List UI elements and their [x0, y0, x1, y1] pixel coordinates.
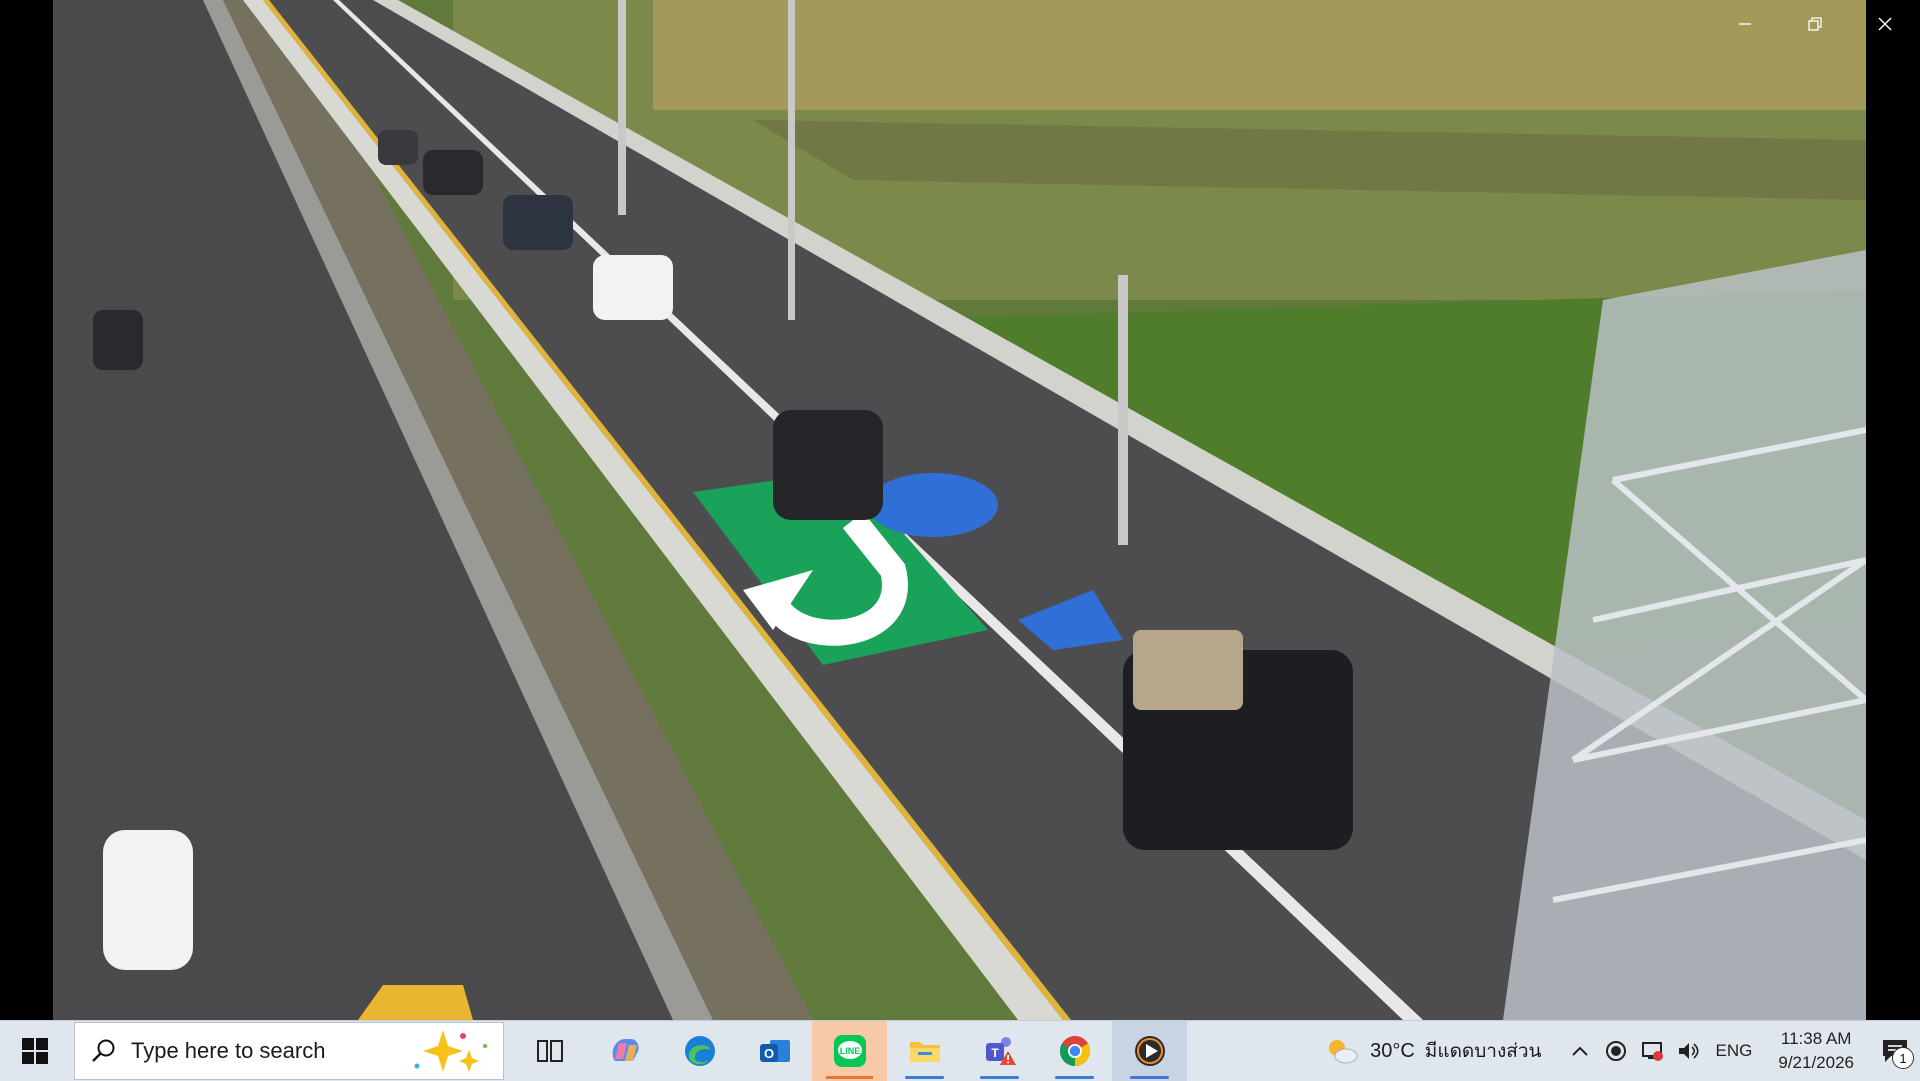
outlook-button[interactable]: O: [737, 1021, 812, 1081]
record-button[interactable]: [1598, 1021, 1634, 1081]
network-button[interactable]: [1634, 1021, 1670, 1081]
minimize-button[interactable]: [1710, 0, 1780, 48]
svg-text:T: T: [991, 1046, 999, 1060]
video-player-window[interactable]: [0, 0, 1920, 1020]
edge-icon: [684, 1036, 715, 1066]
copilot-button[interactable]: [587, 1021, 662, 1081]
clock[interactable]: 11:38 AM 9/21/2026: [1778, 1027, 1854, 1075]
teams-button[interactable]: T: [962, 1021, 1037, 1081]
svg-text:LINE: LINE: [839, 1046, 860, 1056]
outlook-icon: O: [759, 1040, 790, 1062]
file-explorer-icon: [909, 1042, 940, 1062]
media-player-button[interactable]: [1112, 1021, 1187, 1081]
weather-widget[interactable]: 30°C มีแดดบางส่วน: [1324, 1036, 1542, 1066]
task-view-icon: [536, 1040, 563, 1062]
system-tray: 30°C มีแดดบางส่วน ENG 11:38 AM 9/21/2026…: [1324, 1021, 1920, 1081]
input-language[interactable]: ENG: [1716, 1041, 1753, 1061]
chevron-up-icon: [1571, 1046, 1588, 1056]
volume-button[interactable]: [1670, 1021, 1706, 1081]
search-box[interactable]: Type here to search: [74, 1022, 504, 1080]
chrome-button[interactable]: [1037, 1021, 1112, 1081]
teams-icon: T: [985, 1037, 1016, 1065]
record-icon: [1605, 1041, 1626, 1061]
pinned-apps: O LINE T: [512, 1021, 1187, 1081]
taskbar: Type here to search O LINE T 30°C มีแดดบ…: [0, 1020, 1920, 1081]
line-button[interactable]: LINE: [812, 1021, 887, 1081]
search-placeholder: Type here to search: [131, 1038, 326, 1063]
notification-count-badge: 1: [1892, 1047, 1914, 1069]
search-icon: [92, 1039, 115, 1062]
video-frame[interactable]: [53, 0, 1866, 1020]
aerial-road-scene: [53, 0, 1866, 1020]
close-button[interactable]: [1850, 0, 1920, 48]
task-view-button[interactable]: [512, 1021, 587, 1081]
speaker-icon: [1678, 1043, 1699, 1059]
restore-button[interactable]: [1780, 0, 1850, 48]
close-icon: [1878, 17, 1892, 31]
weather-condition: มีแดดบางส่วน: [1424, 1041, 1542, 1062]
partly-sunny-icon: [1329, 1040, 1358, 1064]
notification-center-button[interactable]: 1: [1870, 1021, 1920, 1081]
windows-logo-icon: [22, 1038, 48, 1064]
line-icon: LINE: [833, 1035, 866, 1067]
show-hidden-icons-button[interactable]: [1562, 1021, 1598, 1081]
search-highlight-icon: [414, 1030, 487, 1072]
edge-button[interactable]: [662, 1021, 737, 1081]
network-warning-icon: [1641, 1042, 1663, 1061]
window-controls: [1710, 0, 1920, 48]
file-explorer-button[interactable]: [887, 1021, 962, 1081]
weather-temperature: 30°C: [1370, 1039, 1415, 1062]
svg-text:O: O: [763, 1046, 773, 1061]
minimize-icon: [1739, 23, 1751, 25]
chrome-icon: [1059, 1036, 1090, 1066]
media-player-icon: [1134, 1036, 1165, 1066]
clock-date: 9/21/2026: [1778, 1053, 1854, 1072]
restore-icon: [1808, 17, 1822, 31]
clock-time: 11:38 AM: [1780, 1029, 1852, 1048]
start-button[interactable]: [0, 1021, 70, 1081]
copilot-icon: [612, 1039, 639, 1061]
